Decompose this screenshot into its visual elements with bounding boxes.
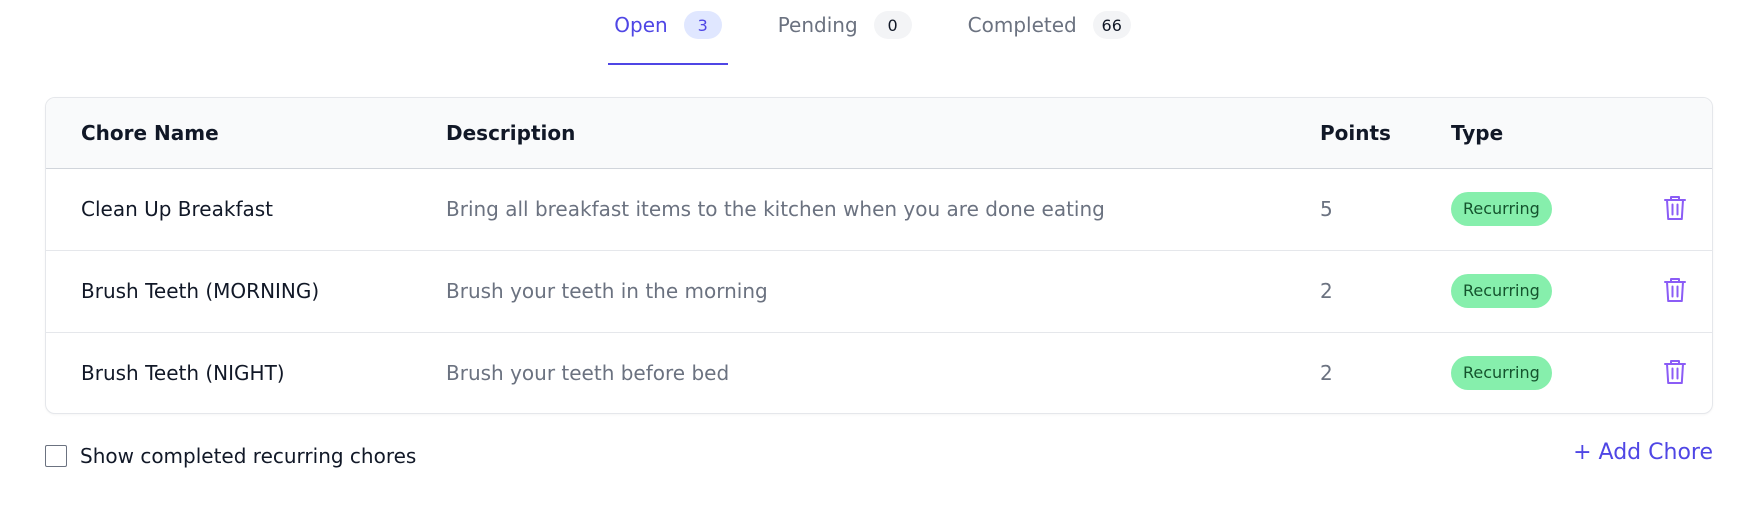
tab-label: Open xyxy=(614,13,668,37)
header-actions xyxy=(1632,98,1712,169)
type-badge: Recurring xyxy=(1451,356,1552,391)
table-row: Clean Up Breakfast Bring all breakfast i… xyxy=(46,168,1712,250)
chore-points: 2 xyxy=(1320,361,1333,386)
delete-chore-button[interactable] xyxy=(1660,275,1690,305)
show-completed-checkbox[interactable] xyxy=(45,445,67,467)
chores-page: Open 3 Pending 0 Completed 66 Chore Name… xyxy=(0,0,1758,520)
chore-points: 5 xyxy=(1320,197,1333,221)
tab-count-badge: 3 xyxy=(683,11,722,39)
chore-actions xyxy=(1632,250,1712,332)
chores-table-card: Chore Name Description Points Type Clean… xyxy=(45,97,1713,414)
type-badge: Recurring xyxy=(1451,274,1552,308)
header-chore-name: Chore Name xyxy=(46,98,445,169)
chore-actions xyxy=(1632,168,1712,250)
chore-name: Clean Up Breakfast xyxy=(81,197,274,221)
show-completed-label: Show completed recurring chores xyxy=(80,444,417,468)
type-badge: Recurring xyxy=(1451,192,1552,226)
tab-group: Open 3 Pending 0 Completed 66 xyxy=(608,0,1136,66)
status-tabs: Open 3 Pending 0 Completed 66 xyxy=(0,0,1758,66)
chores-table: Chore Name Description Points Type Clean… xyxy=(46,98,1712,413)
trash-icon xyxy=(1664,277,1686,302)
chore-type-cell: Recurring xyxy=(1450,250,1632,332)
header-type: Type xyxy=(1450,98,1632,169)
show-completed-toggle[interactable]: Show completed recurring chores xyxy=(45,443,416,469)
table-row: Brush Teeth (NIGHT) Brush your teeth bef… xyxy=(46,332,1712,413)
delete-chore-button[interactable] xyxy=(1660,193,1690,223)
delete-chore-button[interactable] xyxy=(1660,357,1690,387)
tab-open[interactable]: Open 3 xyxy=(608,0,729,65)
chore-type-cell: Recurring xyxy=(1450,332,1632,413)
chore-name: Brush Teeth (NIGHT) xyxy=(81,361,285,386)
tab-count-badge: 0 xyxy=(873,11,912,39)
chore-type-cell: Recurring xyxy=(1450,168,1632,250)
chore-description: Bring all breakfast items to the kitchen… xyxy=(446,197,1105,221)
add-chore-button[interactable]: + Add Chore xyxy=(1573,440,1713,465)
tab-pending[interactable]: Pending 0 xyxy=(772,0,918,50)
chore-description: Brush your teeth before bed xyxy=(446,361,730,386)
header-description: Description xyxy=(445,98,1319,169)
chore-points: 2 xyxy=(1320,279,1333,303)
table-header-row: Chore Name Description Points Type xyxy=(46,98,1712,169)
tab-label: Pending xyxy=(777,13,858,37)
trash-icon xyxy=(1664,359,1686,384)
chore-actions xyxy=(1632,332,1712,413)
tab-completed[interactable]: Completed 66 xyxy=(962,0,1137,50)
header-points: Points xyxy=(1319,98,1450,169)
tab-label: Completed xyxy=(967,13,1077,37)
chore-description: Brush your teeth in the morning xyxy=(446,279,768,303)
tab-count-badge: 66 xyxy=(1092,11,1131,39)
trash-icon xyxy=(1664,195,1686,220)
table-row: Brush Teeth (MORNING) Brush your teeth i… xyxy=(46,250,1712,332)
chore-name: Brush Teeth (MORNING) xyxy=(81,279,320,303)
